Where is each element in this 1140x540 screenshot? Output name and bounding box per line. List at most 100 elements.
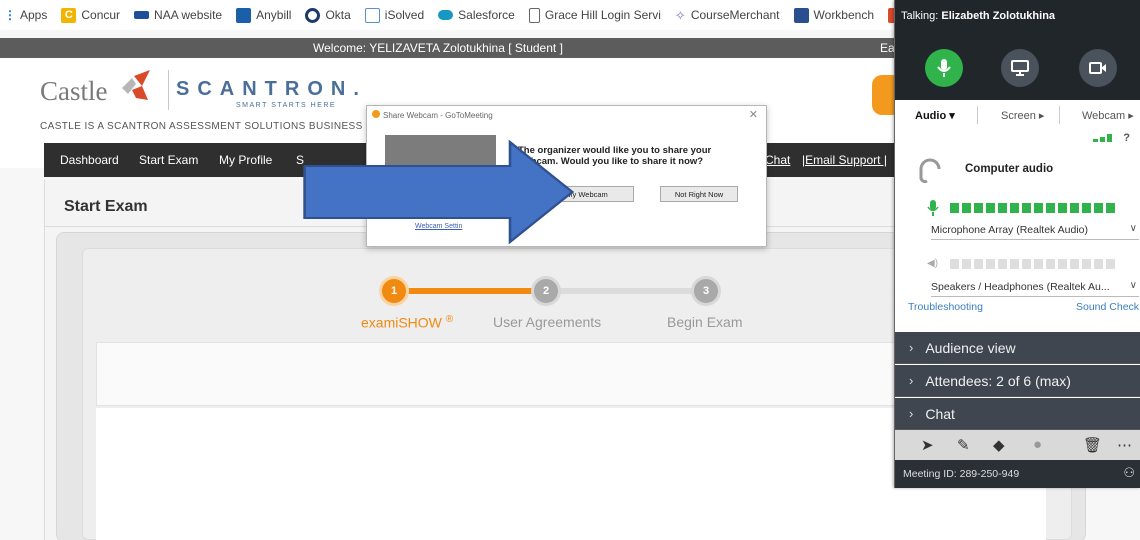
screen-icon — [1011, 60, 1029, 76]
nav-my-profile[interactable]: My Profile — [219, 153, 272, 167]
isolved-icon — [364, 7, 380, 23]
speakers-select-value: Speakers / Headphones (Realtek Au... — [931, 280, 1110, 293]
pen-icon[interactable]: ✎ — [957, 436, 970, 454]
trash-icon[interactable]: 🗑 — [1083, 436, 1102, 454]
bookmark-anybill[interactable]: Anybill — [236, 7, 292, 23]
bookmark-salesforce[interactable]: Salesforce — [438, 8, 515, 22]
close-icon[interactable]: ✕ — [749, 108, 758, 121]
talking-indicator: Talking: Elizabeth Zolotukhina — [901, 10, 1055, 22]
registered-mark: ® — [445, 314, 454, 325]
step-3-label: Begin Exam — [667, 314, 743, 330]
bookmark-label: Anybill — [256, 8, 292, 22]
step-3-circle: 3 — [691, 276, 721, 306]
bookmark-grace-hill[interactable]: Grace Hill Login Servi — [528, 7, 661, 23]
bookmark-label: Grace Hill Login Servi — [544, 8, 661, 22]
bookmark-label: Concur — [81, 8, 121, 22]
okta-icon — [305, 7, 321, 23]
tab-divider — [977, 106, 978, 124]
annotation-arrow — [303, 140, 575, 244]
tab-screen[interactable]: Screen ▸ — [1001, 100, 1044, 130]
sound-check-link[interactable]: Sound Check — [1076, 301, 1139, 313]
mic-level-icon — [927, 200, 939, 216]
bookmark-workbench[interactable]: Workbench — [793, 7, 874, 23]
troubleshooting-link[interactable]: Troubleshooting — [908, 301, 983, 313]
gotomeeting-panel: Talking: Elizabeth Zolotukhina Audio ▾ S… — [894, 0, 1140, 488]
step-1-label-text: examiSHOW — [361, 314, 442, 331]
speaker-icon: ◀) — [927, 258, 939, 269]
nav-chat[interactable]: Chat — [765, 153, 790, 167]
tab-divider — [1059, 106, 1060, 124]
bookmark-isolved[interactable]: iSolved — [364, 7, 424, 23]
nav-start-exam[interactable]: Start Exam — [139, 153, 198, 167]
chat-label: Chat — [925, 405, 955, 422]
lock-icon — [872, 75, 894, 115]
mic-level-meter — [950, 203, 1115, 213]
attendees-section[interactable]: › Attendees: 2 of 6 (max) — [895, 365, 1140, 397]
chevron-down-icon: ∨ — [1129, 223, 1137, 234]
spotlight-icon[interactable]: ● — [1033, 436, 1042, 453]
highlighter-icon[interactable]: ◆ — [993, 436, 1005, 454]
drawing-toolbar: ➤ ✎ ◆ ● 🗑 ⋯ — [895, 430, 1140, 460]
webcam-button[interactable] — [1079, 49, 1117, 87]
step-1-circle: 1 — [379, 276, 409, 306]
microphone-select[interactable]: Microphone Array (Realtek Audio) ∨ — [931, 220, 1139, 240]
microphone-button[interactable] — [925, 49, 963, 87]
signal-strength-icon — [1093, 134, 1112, 142]
bookmark-label: Salesforce — [458, 8, 515, 22]
meeting-id: Meeting ID: 289-250-949 — [903, 468, 1020, 480]
attendees-label: Attendees: 2 of 6 (max) — [925, 372, 1071, 389]
screen-share-button[interactable] — [1001, 49, 1039, 87]
scantron-logo-text: SCANTRON. — [176, 78, 367, 100]
bookmark-naa[interactable]: NAA website — [134, 8, 222, 22]
logo-divider — [168, 70, 169, 110]
step-remaining-line — [546, 288, 708, 294]
tab-webcam[interactable]: Webcam ▸ — [1082, 100, 1134, 130]
bookmark-label: CourseMerchant — [690, 8, 780, 22]
chevron-right-icon: › — [909, 373, 914, 388]
gtm-tabs: Audio ▾ Screen ▸ Webcam ▸ — [895, 100, 1140, 130]
step-1-label: examiSHOW ® — [361, 314, 453, 331]
speaker-level-meter — [950, 259, 1115, 269]
dialog-title: Share Webcam - GoToMeeting — [383, 111, 493, 120]
chevron-down-icon: ∨ — [1129, 280, 1137, 291]
concur-icon: C — [61, 7, 77, 23]
not-right-now-button[interactable]: Not Right Now — [660, 186, 738, 202]
castle-logo-text: Castle — [40, 76, 108, 106]
meeting-id-bar: Meeting ID: 289-250-949 ⚇ — [895, 460, 1140, 488]
welcome-text: Welcome: YELIZAVETA Zolotukhina [ Studen… — [313, 41, 563, 55]
speakers-select[interactable]: Speakers / Headphones (Realtek Au... ∨ — [931, 277, 1139, 297]
computer-audio-label: Computer audio — [965, 163, 1054, 175]
pointer-icon[interactable]: ➤ — [921, 436, 934, 454]
audience-view-section[interactable]: › Audience view — [895, 332, 1140, 364]
step-2-circle: 2 — [531, 276, 561, 306]
talking-label: Talking: — [901, 10, 939, 22]
scantron-tagline: SMART STARTS HERE — [236, 102, 337, 109]
microphone-select-value: Microphone Array (Realtek Audio) — [931, 223, 1088, 236]
anybill-icon — [236, 7, 252, 23]
microphone-icon — [937, 59, 951, 77]
bookmark-apps[interactable]: ⋮ Apps — [4, 8, 47, 22]
apps-grid-icon: ⋮ — [4, 8, 16, 22]
workbench-icon — [793, 7, 809, 23]
talking-name: Elizabeth Zolotukhina — [941, 10, 1056, 22]
bookmark-concur[interactable]: C Concur — [61, 7, 121, 23]
nav-email-support[interactable]: |Email Support | — [802, 153, 887, 167]
welcome-right-text: Ea — [880, 41, 895, 55]
camera-icon — [1089, 62, 1106, 74]
bookmark-coursemerchant[interactable]: ✧ CourseMerchant — [675, 8, 780, 23]
naa-icon — [134, 11, 150, 19]
chat-section[interactable]: › Chat — [895, 398, 1140, 430]
chevron-right-icon: › — [909, 340, 914, 355]
attendees-icon[interactable]: ⚇ — [1123, 465, 1135, 481]
more-icon[interactable]: ⋯ — [1117, 436, 1132, 454]
bookmark-okta[interactable]: Okta — [305, 7, 351, 23]
chevron-right-icon: › — [909, 406, 914, 421]
step-progress-line — [394, 288, 546, 294]
castle-subtitle: CASTLE IS A SCANTRON ASSESSMENT SOLUTION… — [40, 121, 363, 132]
help-icon[interactable]: ? — [1123, 132, 1130, 144]
coursemerchant-icon: ✧ — [674, 7, 686, 23]
tab-audio[interactable]: Audio ▾ — [915, 100, 955, 130]
nav-dashboard[interactable]: Dashboard — [60, 153, 119, 167]
gtm-control-bar: Talking: Elizabeth Zolotukhina — [895, 0, 1140, 100]
salesforce-icon — [438, 10, 454, 20]
